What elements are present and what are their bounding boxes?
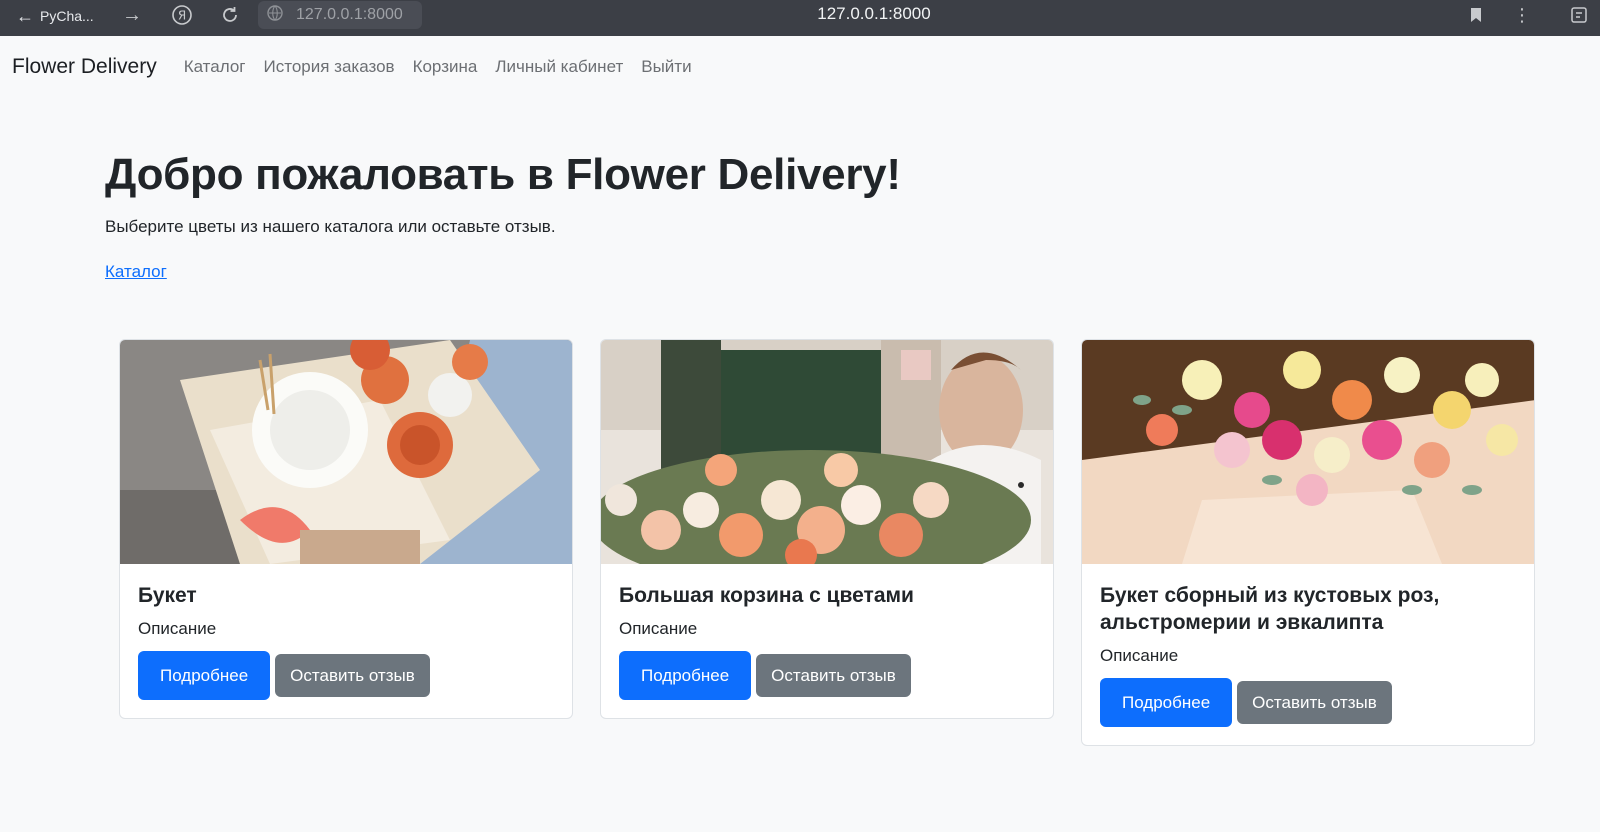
card-description: Описание bbox=[619, 619, 698, 638]
card-actions: Подробнее Оставить отзыв bbox=[619, 651, 1035, 700]
nav-link-account[interactable]: Личный кабинет bbox=[495, 57, 623, 77]
site-navbar: Flower Delivery Каталог История заказов … bbox=[0, 36, 1600, 98]
details-button[interactable]: Подробнее bbox=[138, 651, 271, 700]
nav-link-order-history[interactable]: История заказов bbox=[264, 57, 395, 77]
bookmark-icon[interactable] bbox=[1464, 0, 1488, 30]
leave-review-button[interactable]: Оставить отзыв bbox=[275, 654, 430, 697]
page-title: Добро пожаловать в Flower Delivery! bbox=[105, 150, 901, 199]
card-body: Букет Описание Подробнее Оставить отзыв bbox=[120, 564, 572, 718]
product-image-bouquet[interactable] bbox=[120, 340, 572, 564]
card-title: Большая корзина с цветами bbox=[619, 584, 914, 607]
menu-icon[interactable]: ⋮ bbox=[1512, 0, 1532, 30]
nav-link-cart[interactable]: Корзина bbox=[413, 57, 478, 77]
card-actions: Подробнее Оставить отзыв bbox=[138, 651, 554, 700]
card-title: Букет сборный из кустовых роз, альстроме… bbox=[1100, 584, 1440, 634]
nav-link-logout[interactable]: Выйти bbox=[641, 57, 691, 77]
product-card: Букет Описание Подробнее Оставить отзыв bbox=[119, 339, 573, 719]
brand-logo[interactable]: Flower Delivery bbox=[12, 55, 157, 79]
page-subtitle: Выберите цветы из нашего каталога или ос… bbox=[105, 217, 556, 236]
browser-toolbar: ← PyCha... → Я 127.0.0.1:8000 127.0.0.1:… bbox=[0, 0, 1600, 36]
page-url-text: 127.0.0.1:8000 bbox=[817, 4, 931, 23]
page-url: 127.0.0.1:8000 bbox=[0, 4, 1600, 24]
card-body: Большая корзина с цветами Описание Подро… bbox=[601, 564, 1053, 718]
product-card: Букет сборный из кустовых роз, альстроме… bbox=[1081, 339, 1535, 746]
leave-review-button[interactable]: Оставить отзыв bbox=[1237, 681, 1392, 724]
details-button[interactable]: Подробнее bbox=[619, 651, 752, 700]
card-description: Описание bbox=[138, 619, 217, 638]
card-body: Букет сборный из кустовых роз, альстроме… bbox=[1082, 564, 1534, 745]
card-title: Букет bbox=[138, 584, 197, 607]
catalog-link[interactable]: Каталог bbox=[105, 262, 167, 282]
product-image-spray-rose-bouquet[interactable] bbox=[1082, 340, 1534, 564]
extensions-icon[interactable] bbox=[1566, 0, 1592, 30]
nav-link-catalog[interactable]: Каталог bbox=[184, 57, 246, 77]
leave-review-button[interactable]: Оставить отзыв bbox=[756, 654, 911, 697]
product-card: Большая корзина с цветами Описание Подро… bbox=[600, 339, 1054, 719]
card-actions: Подробнее Оставить отзыв bbox=[1100, 678, 1516, 727]
card-description: Описание bbox=[1100, 646, 1179, 665]
details-button[interactable]: Подробнее bbox=[1100, 678, 1233, 727]
product-image-flower-basket[interactable] bbox=[601, 340, 1053, 564]
